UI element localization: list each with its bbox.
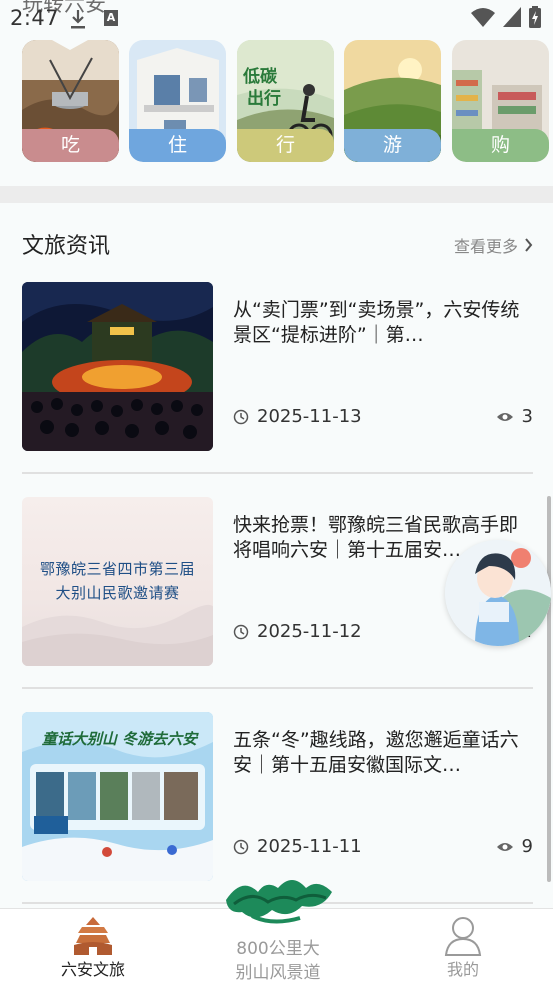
news-views-count: 9 [521,836,533,857]
category-label-stay: 住 [129,129,226,162]
category-label-travel: 行 [237,129,334,162]
app-notification-icon: A [104,10,118,26]
category-shopping[interactable]: 购 [452,40,549,162]
download-icon [71,10,85,29]
category-label-shopping: 购 [452,129,549,162]
status-icons [471,6,541,28]
news-item[interactable]: 童话大别山 冬游去六安 五条“冬”趣线路，邀您邂逅童话六安｜第十五届安徽国际文…… [22,712,533,882]
news-thumbnail: 童话大别山 冬游去六安 [22,712,213,881]
news-views: 9 [496,836,533,857]
category-stay[interactable]: 住 [129,40,226,162]
assistant-avatar-button[interactable] [445,540,551,646]
tab-label: 800公里大 别山风景道 [210,937,346,984]
tab-label-line2: 别山风景道 [235,963,321,983]
clock-icon [233,409,249,424]
signal-icon [503,7,521,27]
news-headline: 五条“冬”趣线路，邀您邂逅童话六安｜第十五届安徽国际文… [233,729,519,776]
view-more-label: 查看更多 [453,237,518,256]
status-time: 2:47 [10,6,60,30]
dabie-mountain-logo-icon[interactable] [222,870,336,930]
news-section-title: 文旅资讯 [22,234,111,259]
chevron-right-icon [525,238,533,252]
card-roof-shape [22,40,119,50]
tab-label-line1: 800公里大 [236,939,320,959]
tab-label: 我的 [446,960,479,979]
category-label-food: 吃 [22,129,119,162]
news-views-count: 3 [521,406,533,427]
assistant-avatar-icon [445,540,551,646]
pagoda-icon [74,917,112,955]
view-more-link[interactable]: 查看更多 [454,233,533,257]
svg-text:低碳: 低碳 [242,66,278,87]
category-label-tour: 游 [344,129,441,162]
news-views: 3 [496,406,533,427]
category-travel[interactable]: 低碳 出行 行 [237,40,334,162]
news-date-text: 2025-11-12 [257,621,362,642]
news-date: 2025-11-11 [233,836,362,857]
clock-icon [233,624,249,639]
news-separator [22,472,533,474]
category-tour[interactable]: 游 [344,40,441,162]
wifi-icon [471,8,495,27]
news-thumbnail [22,282,213,451]
news-date: 2025-11-13 [233,406,362,427]
eye-icon [496,842,513,851]
news-thumbnail: 鄂豫皖三省四市第三届大别山民歌邀请赛 [22,497,213,666]
news-thumbnail-text: 童话大别山 冬游去六安 [41,730,198,748]
user-icon [444,917,482,956]
news-item[interactable]: 从“卖门票”到“卖场景”，六安传统景区“提标进阶”｜第… 2025-11-13 … [22,282,533,452]
news-separator [22,687,533,689]
news-date-text: 2025-11-11 [257,836,362,857]
category-food[interactable]: 吃 [22,40,119,162]
scrollbar[interactable] [547,496,551,882]
svg-text:出行: 出行 [247,88,281,109]
section-divider [0,186,553,203]
news-thumbnail-text: 鄂豫皖三省四市第三届大别山民歌邀请赛 [39,560,195,602]
clock-icon [233,839,249,854]
night-festival-photo-icon [22,282,213,451]
news-date: 2025-11-12 [233,621,362,642]
news-headline: 从“卖门票”到“卖场景”，六安传统景区“提标进阶”｜第… [233,299,520,346]
eye-icon [496,412,513,421]
status-bar: 玩转六安 2:47 A [0,0,553,36]
tab-label: 六安文旅 [60,960,125,979]
battery-icon [529,6,541,28]
news-date-text: 2025-11-13 [257,406,362,427]
category-row: 吃 住 低碳 出行 行 游 购 [22,40,553,162]
